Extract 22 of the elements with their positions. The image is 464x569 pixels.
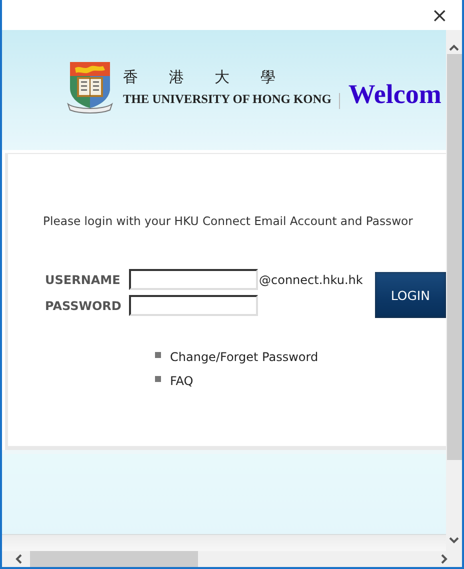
login-instruction: Please login with your HKU Connect Email Account and Passwor <box>42 213 414 229</box>
bullet-icon <box>155 376 161 382</box>
crest-icon <box>66 60 114 114</box>
help-link[interactable]: Change/Forget Password <box>170 350 318 364</box>
welcome-heading: Welcom <box>348 78 442 110</box>
password-label: PASSWORD <box>45 298 122 312</box>
scroll-left-icon[interactable] <box>15 554 23 564</box>
vertical-scrollbar[interactable] <box>446 30 462 551</box>
scroll-up-icon[interactable] <box>449 44 459 52</box>
username-label: USERNAME <box>45 272 122 286</box>
login-button[interactable]: LOGIN <box>374 272 446 318</box>
username-field[interactable] <box>129 269 258 290</box>
university-name: THE UNIVERSITY OF HONG KONG <box>123 92 332 106</box>
bullet-icon <box>155 352 161 358</box>
close-button[interactable]: × <box>431 5 448 25</box>
scroll-right-icon[interactable] <box>440 554 448 564</box>
horizontal-scrollbar[interactable] <box>2 551 462 567</box>
scroll-down-icon[interactable] <box>449 536 459 544</box>
chinese-name: 香 港 大 學 <box>123 68 290 86</box>
help-link[interactable]: FAQ <box>170 374 194 388</box>
password-field[interactable] <box>129 295 258 316</box>
domain-suffix: @connect.hku.hk <box>258 272 363 286</box>
